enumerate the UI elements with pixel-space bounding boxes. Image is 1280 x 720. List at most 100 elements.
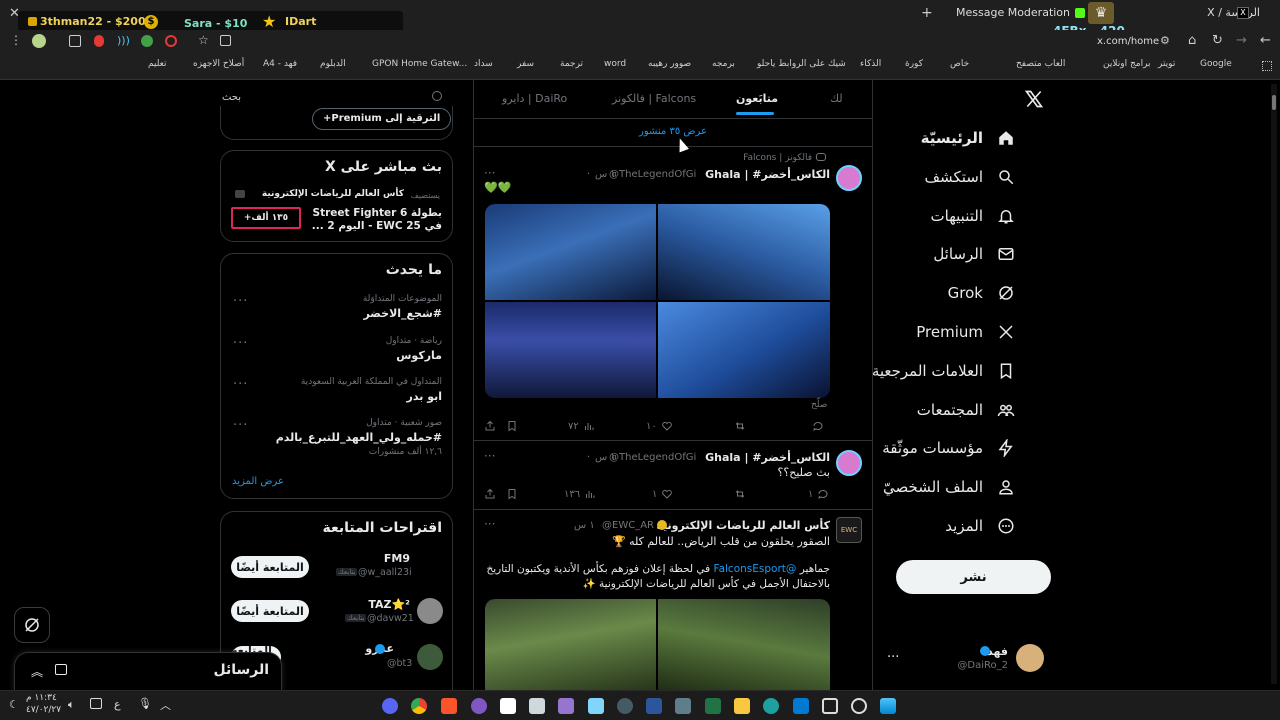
views-action[interactable]: ٧٢ xyxy=(568,420,595,432)
bookmark-diploma[interactable]: الدبلوم xyxy=(320,59,346,69)
post-time-value[interactable]: ١ س xyxy=(595,169,616,180)
live-host[interactable]: كأس العالم للرياضات الإلكترونية xyxy=(262,189,404,199)
nav-item-lightning[interactable]: مؤسسات موثّقة xyxy=(882,431,1015,465)
bookmark-travel[interactable]: سفر xyxy=(517,59,534,69)
bookmark-football[interactable]: كورة xyxy=(905,59,923,69)
bookmark-education[interactable]: تعليم xyxy=(148,59,167,69)
extension-puzzle-icon[interactable] xyxy=(69,35,81,47)
views-action[interactable]: ١٣٦ xyxy=(564,488,596,500)
post-author[interactable]: كأس العالم للرياضات الإلكترونية xyxy=(656,519,830,532)
account-switcher[interactable]: ··· فهد @DaiRo_2 xyxy=(885,640,1050,678)
account-more-icon[interactable]: ··· xyxy=(887,650,899,665)
suggestion-name[interactable]: FM9 xyxy=(384,552,410,565)
brave-icon[interactable] xyxy=(441,698,457,714)
post-time-value[interactable]: ١ س xyxy=(574,520,595,531)
store-icon[interactable] xyxy=(529,698,545,714)
language-indicator[interactable]: ع xyxy=(114,698,121,711)
start-button-icon[interactable] xyxy=(880,698,896,714)
bookmark-fahad-a4[interactable]: فهد - A4 xyxy=(263,59,297,69)
nav-item-person[interactable]: الملف الشخصيّ xyxy=(883,470,1015,504)
trend-item[interactable]: الموضوعات المتداوَلة #شجع_الاخضر xyxy=(242,294,442,320)
messages-drawer[interactable]: ︽ الرسائل xyxy=(14,652,282,690)
page-scrollbar[interactable] xyxy=(1271,84,1277,684)
nav-item-bell[interactable]: التنبيهات xyxy=(931,199,1015,233)
bookmark-action[interactable] xyxy=(506,488,518,500)
word-icon[interactable] xyxy=(646,698,662,714)
post-time-value[interactable]: ١ س xyxy=(595,452,616,463)
browser-tab-kick[interactable]: Message Moderation - Kick Da xyxy=(948,6,1073,24)
notepad-icon[interactable] xyxy=(588,698,604,714)
post-2[interactable]: الكاس_أخضر# | Ghala @TheLegendOfGi · ١ س… xyxy=(474,441,872,509)
bookmark-gpon[interactable]: GPON Home Gatew... xyxy=(372,59,467,69)
post-time[interactable]: · xyxy=(587,452,590,463)
bookmark-online-apps[interactable]: برامج اونلاين xyxy=(1103,59,1151,69)
suggestion-name[interactable]: TAZ⭐² xyxy=(368,598,410,611)
share-icon[interactable] xyxy=(220,35,231,46)
reply-action[interactable] xyxy=(812,420,824,432)
post-more-icon[interactable]: ··· xyxy=(484,166,495,180)
suggestion-handle[interactable]: @davw21 xyxy=(367,613,414,624)
nav-item-search[interactable]: استكشف xyxy=(925,160,1015,194)
tab-following[interactable]: متابَعون xyxy=(736,92,778,105)
follow-back-button[interactable]: المتابعة أيضًا xyxy=(231,600,309,622)
microphone-icon[interactable]: 🎙︎ xyxy=(138,697,152,710)
network-icon[interactable] xyxy=(90,698,102,709)
back-icon[interactable]: ← xyxy=(1260,33,1271,48)
bookmark-browser-games[interactable]: العاب متصفح xyxy=(1016,59,1065,69)
trend-item[interactable]: رياضة · متداول ماركوس xyxy=(242,336,442,362)
follow-back-button[interactable]: المتابعة أيضًا xyxy=(231,556,309,578)
share-action[interactable] xyxy=(484,420,496,432)
clock-time[interactable]: ١١:٣٤ م xyxy=(26,693,57,703)
live-viewers-badge[interactable]: ١٣٥ ألف+ xyxy=(231,207,301,229)
outlook-icon[interactable] xyxy=(793,698,809,714)
avatar[interactable] xyxy=(1016,644,1044,672)
trend-more-icon[interactable]: ··· xyxy=(233,418,248,433)
post-avatar[interactable] xyxy=(836,450,862,476)
like-action[interactable]: ١ xyxy=(652,488,673,500)
url-text[interactable]: x.com/home xyxy=(1097,36,1159,47)
post-handle[interactable]: @TheLegendOfGi xyxy=(609,452,696,463)
like-action[interactable]: ١٠ xyxy=(646,420,673,432)
profile-avatar-icon[interactable] xyxy=(32,34,46,48)
tray-chevron-icon[interactable]: ︿ xyxy=(160,697,171,713)
live-stream-title[interactable]: بطولة Street Fighter 6 في EWC 25 - اليوم… xyxy=(307,207,442,233)
apps-grid-icon[interactable] xyxy=(1262,61,1272,71)
bookmark-link-check[interactable]: شيك على الروابط ياحلو xyxy=(757,59,846,69)
post-3[interactable]: EWC كأس العالم للرياضات الإلكترونية @EWC… xyxy=(474,510,872,690)
tab-dairo[interactable]: دايرو | DaiRo xyxy=(502,92,567,105)
post-handle[interactable]: @TheLegendOfGi xyxy=(609,169,696,180)
suggestion-handle[interactable]: @bt3 xyxy=(387,658,412,669)
reload-icon[interactable]: ↻ xyxy=(1212,33,1223,48)
post-media-grid[interactable] xyxy=(485,599,830,690)
post-time[interactable]: · xyxy=(587,169,590,180)
trend-item[interactable]: صور شعبية · متداول #حمله_ولي_العهد_للتبرع… xyxy=(232,418,442,457)
post-more-icon[interactable]: ··· xyxy=(484,449,495,463)
premium-upgrade-button[interactable]: الترقية إلى Premium+ xyxy=(312,108,452,130)
tab-falcons[interactable]: فالكونز | Falcons xyxy=(612,92,696,105)
suggestion-handle[interactable]: @w_aall23i xyxy=(358,567,412,578)
scrollbar-thumb[interactable] xyxy=(1272,95,1276,110)
notification-icon[interactable]: ☾ xyxy=(9,698,19,711)
show-more-link[interactable]: عرض المزيد xyxy=(232,476,284,487)
media-image-1[interactable] xyxy=(485,204,656,300)
home-browser-icon[interactable]: ⌂ xyxy=(1188,33,1196,48)
browser-tab-x-home[interactable]: الرئيسة / X xyxy=(1190,6,1260,24)
show-new-posts[interactable]: عرض ٣٥ منشور xyxy=(474,120,872,145)
share-action[interactable] xyxy=(484,488,496,500)
post-more-icon[interactable]: ··· xyxy=(484,517,495,531)
bookmark-word[interactable]: word xyxy=(604,59,626,69)
edge-icon[interactable] xyxy=(763,698,779,714)
x-logo-icon[interactable] xyxy=(1023,89,1045,109)
bookmark-action[interactable] xyxy=(506,420,518,432)
bookmark-cool-images[interactable]: صوور رهيبه xyxy=(648,59,691,69)
trend-more-icon[interactable]: ··· xyxy=(233,294,248,309)
calculator-icon[interactable] xyxy=(675,698,691,714)
media-image-4[interactable] xyxy=(658,302,830,398)
extension-block-icon[interactable] xyxy=(165,35,177,47)
nav-item-home[interactable]: الرئيسيّة xyxy=(921,121,1015,155)
nav-item-x[interactable]: Premium xyxy=(916,315,1015,349)
bookmark-programming[interactable]: برمجه xyxy=(712,59,735,69)
new-tab-icon[interactable]: + xyxy=(921,5,933,21)
nav-item-grok[interactable]: Grok xyxy=(948,276,1015,310)
task-view-icon[interactable] xyxy=(822,698,838,714)
